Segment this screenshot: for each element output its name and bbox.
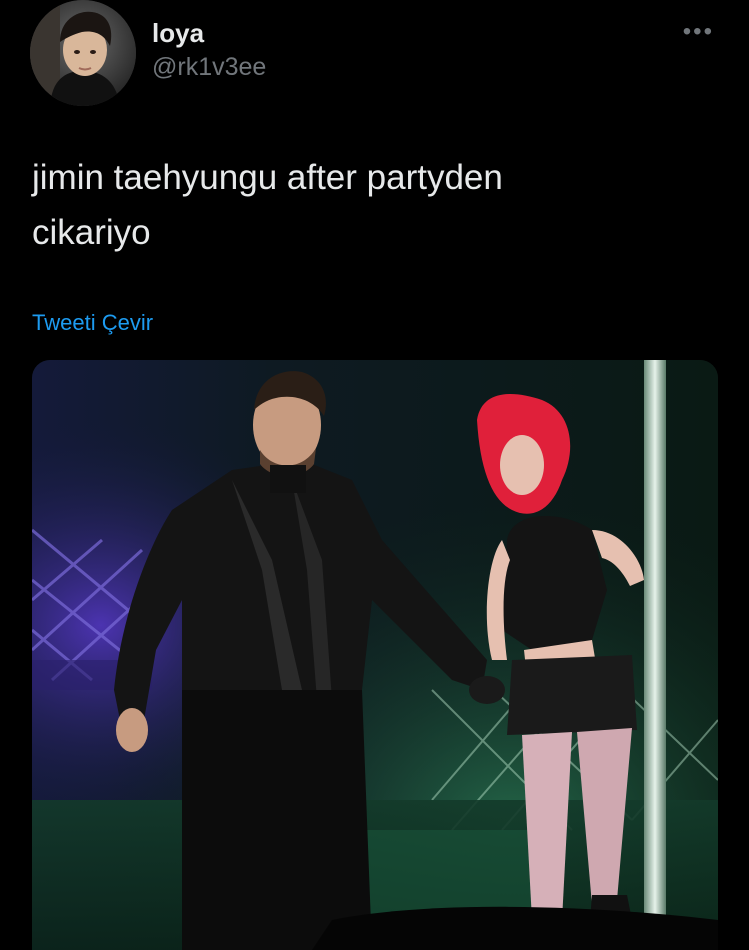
user-handle[interactable]: @rk1v3ee bbox=[152, 50, 266, 84]
tweet: loya @rk1v3ee ••• jimin taehyungu after … bbox=[0, 0, 749, 950]
display-name[interactable]: loya bbox=[152, 18, 266, 48]
more-horizontal-icon[interactable]: ••• bbox=[683, 20, 714, 44]
photo-image bbox=[32, 360, 718, 950]
tweet-text: jimin taehyungu after partyden cikariyo bbox=[32, 158, 503, 252]
avatar[interactable] bbox=[30, 0, 136, 106]
avatar-photo bbox=[30, 0, 136, 106]
user-names: loya @rk1v3ee bbox=[152, 18, 266, 84]
tweet-media-photo[interactable] bbox=[32, 360, 718, 950]
tweet-header: loya @rk1v3ee ••• bbox=[30, 0, 720, 110]
translate-tweet-link[interactable]: Tweeti Çevir bbox=[32, 310, 153, 336]
